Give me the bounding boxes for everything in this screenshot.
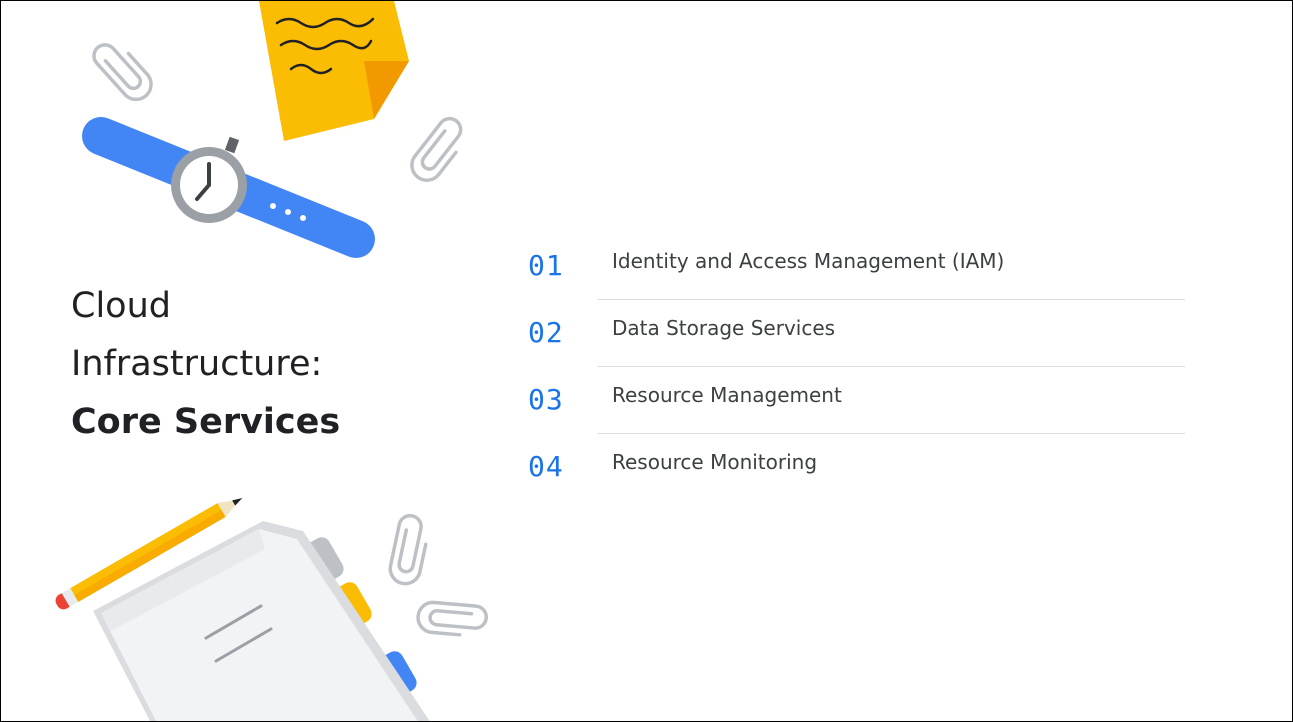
title-line-3: Core Services <box>71 402 341 442</box>
agenda-item-3: 03 Resource Management <box>528 367 1185 434</box>
agenda-item-number: 03 <box>528 383 564 416</box>
paperclip-icon <box>92 43 153 102</box>
agenda-item-number: 04 <box>528 450 564 483</box>
agenda-item-4: 04 Resource Monitoring <box>528 434 1185 501</box>
agenda-item-number: 02 <box>528 316 564 349</box>
agenda-list: 01 Identity and Access Management (IAM) … <box>528 233 1185 501</box>
title-line-1: Cloud <box>71 286 171 326</box>
agenda-item-label: Resource Monitoring <box>612 450 818 474</box>
title-line-2: Infrastructure: <box>71 344 323 384</box>
agenda-item-1: 01 Identity and Access Management (IAM) <box>528 233 1185 300</box>
agenda-item-label: Identity and Access Management (IAM) <box>612 249 1005 273</box>
agenda-item-number: 01 <box>528 249 564 282</box>
agenda-item-2: 02 Data Storage Services <box>528 300 1185 367</box>
slide: Cloud Infrastructure: Core Services 01 I… <box>0 0 1293 722</box>
agenda-item-label: Resource Management <box>612 383 842 407</box>
agenda-item-label: Data Storage Services <box>612 316 836 340</box>
paperclip-icon <box>416 600 488 637</box>
wristwatch-icon <box>82 117 375 258</box>
page-title: Cloud Infrastructure: Core Services <box>71 277 340 451</box>
paperclip-icon <box>410 116 463 182</box>
paperclip-icon <box>388 513 428 586</box>
sticky-note-icon <box>259 1 409 141</box>
